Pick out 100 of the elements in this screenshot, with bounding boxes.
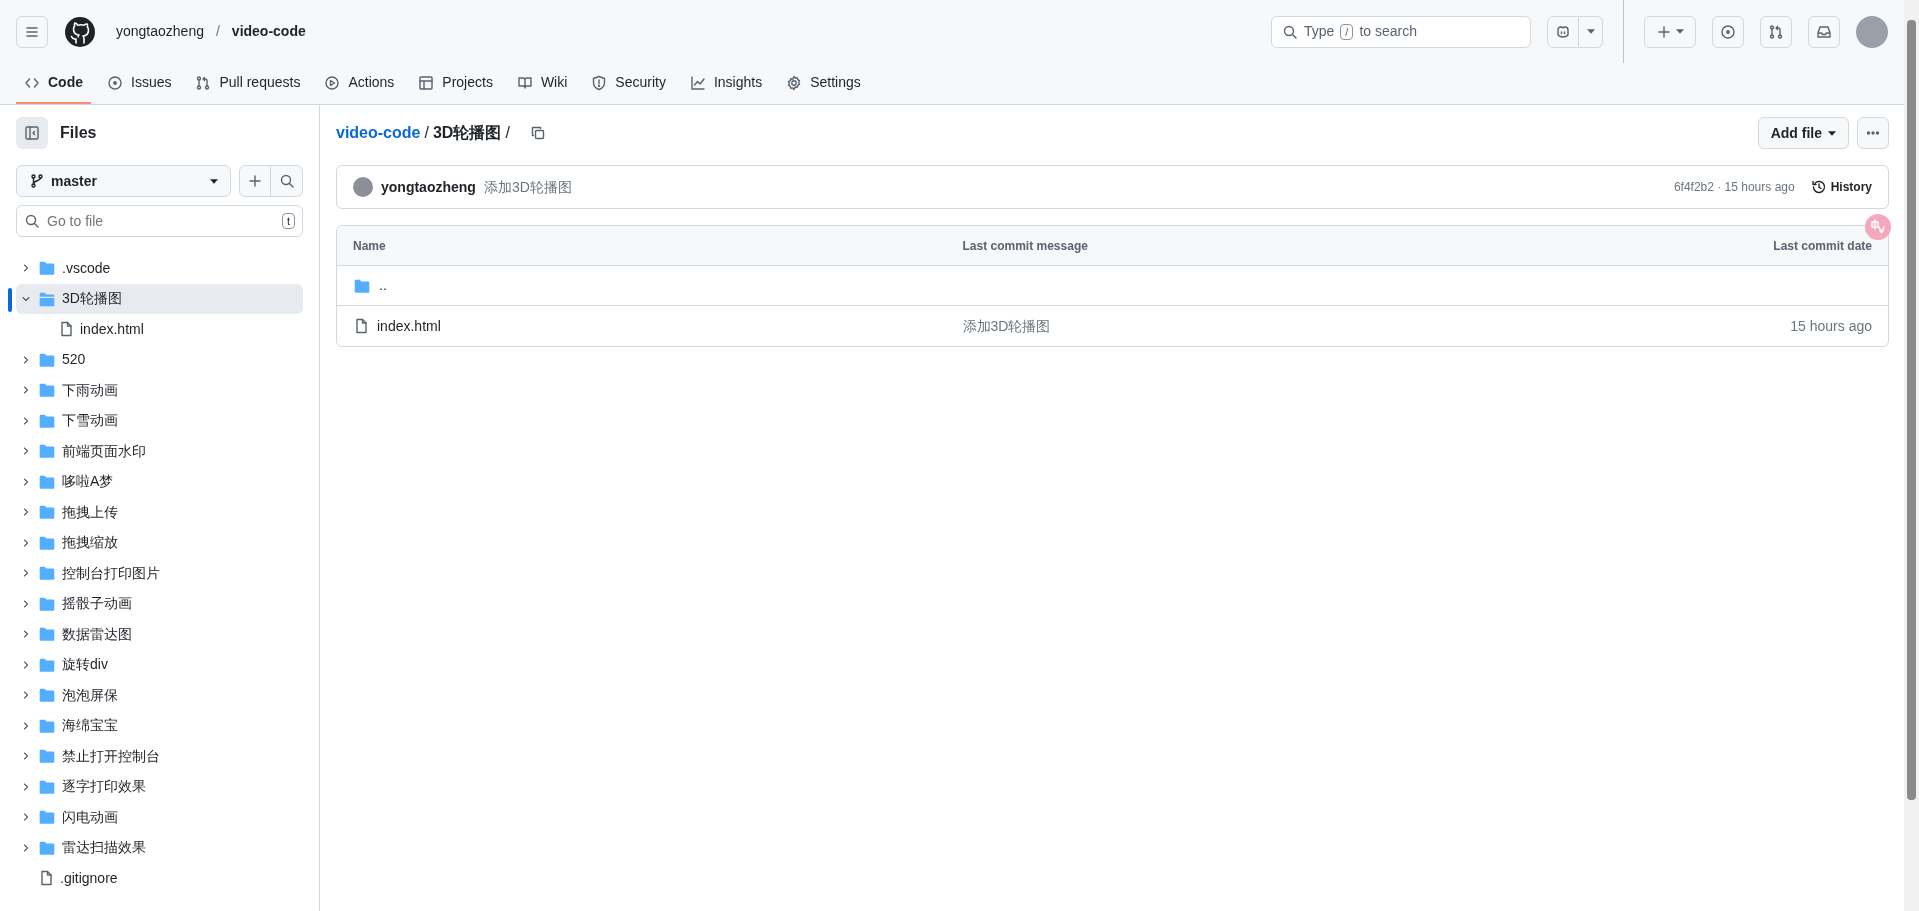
plus-icon: [1656, 23, 1672, 40]
folder-icon: [38, 625, 56, 644]
repo-tab[interactable]: Wiki: [508, 63, 576, 104]
inbox-icon: [1816, 23, 1832, 40]
search-hint: to search: [1359, 22, 1417, 41]
commit-date: 15 hours ago: [1790, 317, 1872, 334]
pull-request-icon: [195, 74, 212, 91]
selection-indicator: [8, 287, 12, 312]
collapse-panel-button[interactable]: [16, 117, 48, 149]
column-header: Last commit date: [1772, 237, 1872, 255]
path-separator: /: [424, 123, 429, 143]
folder-icon: [38, 259, 56, 278]
commit-message[interactable]: 添加3D轮播图: [483, 176, 572, 198]
tree-item[interactable]: 禁止打开控制台: [16, 741, 303, 772]
tree-item[interactable]: 泡泡屏保: [16, 680, 303, 711]
repo-tab[interactable]: Security: [583, 63, 674, 104]
repo-tab[interactable]: Pull requests: [187, 63, 309, 104]
tree-item[interactable]: 摇骰子动画: [16, 588, 303, 619]
caret-icon: [1586, 29, 1595, 34]
issue-icon: [1720, 23, 1736, 40]
copy-icon: [529, 125, 546, 141]
shortcut-key: /: [1340, 23, 1354, 40]
tree-item[interactable]: 控制台打印图片: [16, 558, 303, 589]
search-hint: Type: [1304, 22, 1335, 41]
folder-icon: [38, 564, 56, 583]
tree-item[interactable]: 拖拽上传: [16, 497, 303, 528]
issues-button[interactable]: [1712, 15, 1744, 48]
repo-tab[interactable]: Code: [16, 63, 91, 104]
repo-tab[interactable]: Settings: [778, 63, 869, 104]
owner-link[interactable]: yongtaozheng: [116, 21, 204, 42]
tree-item[interactable]: 逐字打印效果: [16, 771, 303, 802]
folder-icon: [38, 442, 56, 461]
folder-icon: [38, 381, 56, 400]
pull-requests-button[interactable]: [1760, 15, 1792, 48]
branch-selector[interactable]: master: [16, 165, 231, 197]
file-link[interactable]: index.html: [377, 315, 441, 337]
column-header: Last commit message: [962, 237, 1089, 255]
tree-item[interactable]: 哆啦A梦: [16, 466, 303, 497]
github-logo[interactable]: [64, 15, 96, 48]
folder-icon: [38, 503, 56, 522]
column-header: Name: [353, 237, 387, 255]
search-button[interactable]: [271, 165, 303, 197]
more-options-button[interactable]: [1857, 117, 1889, 149]
history-link[interactable]: History: [1810, 178, 1872, 196]
path-separator: /: [505, 123, 510, 143]
graph-icon: [689, 74, 706, 91]
play-icon: [324, 74, 341, 91]
search-icon: [24, 213, 40, 229]
breadcrumb-link[interactable]: video-code: [336, 121, 421, 145]
tree-item[interactable]: .vscode: [16, 253, 303, 284]
caret-icon: [1828, 130, 1836, 136]
dropdown-button[interactable]: [1579, 15, 1603, 48]
current-folder: 3D轮播图: [432, 123, 502, 143]
commit-message[interactable]: 添加3D轮播图: [962, 317, 1051, 334]
caret-icon: [210, 178, 218, 184]
shield-icon: [591, 74, 608, 91]
tree-item[interactable]: 旋转div: [16, 649, 303, 680]
search-icon: [1282, 23, 1298, 40]
caret-icon: [1676, 29, 1684, 34]
commit-author[interactable]: yongtaozheng: [381, 176, 476, 198]
sidebar-title: Files: [60, 123, 97, 143]
repo-tab[interactable]: Issues: [99, 63, 180, 104]
tree-item[interactable]: 海绵宝宝: [16, 710, 303, 741]
copilot-button[interactable]: [1547, 15, 1579, 48]
tree-item[interactable]: 下雨动画: [16, 375, 303, 406]
add-file-dropdown[interactable]: Add file: [1757, 117, 1849, 149]
tree-item[interactable]: .gitignore: [16, 863, 303, 894]
tree-item[interactable]: index.html: [16, 314, 303, 345]
folder-icon: [38, 747, 56, 766]
search-icon: [278, 173, 295, 189]
issue-icon: [107, 74, 123, 91]
tree-item[interactable]: 下雪动画: [16, 405, 303, 436]
inbox-button[interactable]: [1808, 15, 1840, 48]
translate-icon[interactable]: [1865, 214, 1891, 240]
pull-request-icon: [1768, 23, 1784, 40]
repo-tab[interactable]: Actions: [316, 63, 403, 104]
copilot-icon: [1555, 23, 1571, 40]
add-file-button[interactable]: [239, 165, 271, 197]
repo-tab[interactable]: Insights: [681, 63, 771, 104]
repo-link[interactable]: video-code: [231, 21, 306, 42]
avatar[interactable]: [1856, 15, 1888, 48]
folder-icon: [38, 808, 56, 827]
tree-item[interactable]: 拖拽缩放: [16, 527, 303, 558]
shortcut-key: t: [281, 213, 295, 229]
repo-tab[interactable]: Projects: [410, 63, 501, 104]
tree-item[interactable]: 前端页面水印: [16, 436, 303, 467]
file-icon: [38, 870, 54, 887]
tree-item[interactable]: 闪电动画: [16, 802, 303, 833]
create-new-button[interactable]: [1644, 15, 1696, 48]
menu-button[interactable]: [16, 15, 48, 48]
tree-item[interactable]: 520: [16, 344, 303, 375]
tree-item[interactable]: 雷达扫描效果: [16, 832, 303, 863]
commit-meta: 6f4f2b2 · 15 hours ago: [1673, 179, 1795, 196]
author-avatar: [353, 177, 373, 197]
scrollbar-thumb[interactable]: [1907, 20, 1916, 800]
tree-item[interactable]: 数据雷达图: [16, 619, 303, 650]
search-field[interactable]: Type / to search: [1271, 15, 1531, 48]
folder-icon: [38, 686, 56, 705]
parent-directory-link[interactable]: ..: [379, 275, 387, 296]
table-icon: [418, 74, 435, 91]
